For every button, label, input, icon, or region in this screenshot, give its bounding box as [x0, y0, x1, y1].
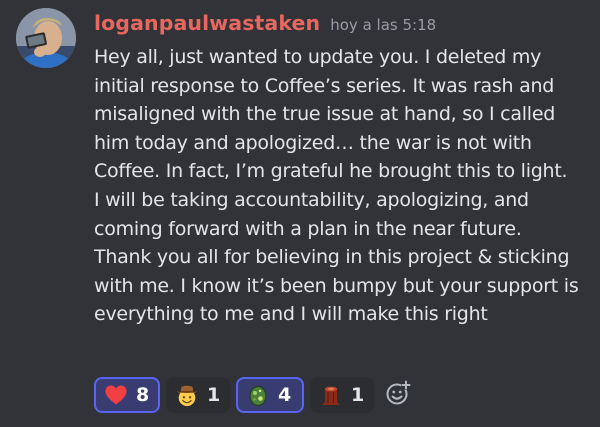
heart-icon — [104, 383, 128, 407]
user-avatar[interactable] — [16, 8, 76, 68]
message-line: Thank you all for believing in this proj… — [94, 246, 570, 269]
reaction-heart[interactable]: 8 — [94, 377, 160, 413]
reactions-bar: 8 1 4 1 — [94, 376, 416, 414]
username[interactable]: loganpaulwastaken — [94, 11, 320, 35]
reaction-count: 8 — [136, 384, 150, 406]
tree-stump-icon — [319, 383, 343, 407]
message-line: coming forward with a plan in the near f… — [94, 217, 522, 240]
message-timestamp: hoy a las 5:18 — [330, 16, 437, 34]
reaction-count: 1 — [207, 384, 221, 406]
cowboy-face-icon — [175, 383, 199, 407]
reaction-cowboy[interactable]: 1 — [166, 377, 230, 413]
reaction-count: 1 — [351, 384, 365, 406]
message-line: him today and apologized… the war is not… — [94, 131, 532, 154]
message-line: misaligned with the true issue at hand, … — [94, 103, 556, 126]
reaction-egg[interactable]: 4 — [236, 377, 304, 413]
reaction-count: 4 — [278, 384, 292, 406]
add-reaction-icon — [384, 379, 412, 411]
message-line: I will be taking accountability, apologi… — [94, 188, 529, 211]
avatar-photo — [16, 8, 76, 68]
message-line: Coffee. In fact, I’m grateful he brought… — [94, 160, 568, 183]
message-line: initial response to Coffee’s series. It … — [94, 74, 555, 97]
reaction-stump[interactable]: 1 — [310, 377, 374, 413]
message-line: Hey all, just wanted to update you. I de… — [94, 46, 542, 68]
message-header: loganpaulwastaken hoy a las 5:18 — [94, 11, 436, 39]
message-content: Hey all, just wanted to update you. I de… — [94, 43, 594, 329]
cryptozoo-egg-icon — [246, 383, 270, 407]
message-line: everything to me and I will make this ri… — [94, 303, 488, 326]
add-reaction-button[interactable] — [380, 377, 416, 413]
chat-message: loganpaulwastaken hoy a las 5:18 Hey all… — [0, 0, 600, 427]
message-line: with me. I know it’s been bumpy but your… — [94, 274, 579, 297]
